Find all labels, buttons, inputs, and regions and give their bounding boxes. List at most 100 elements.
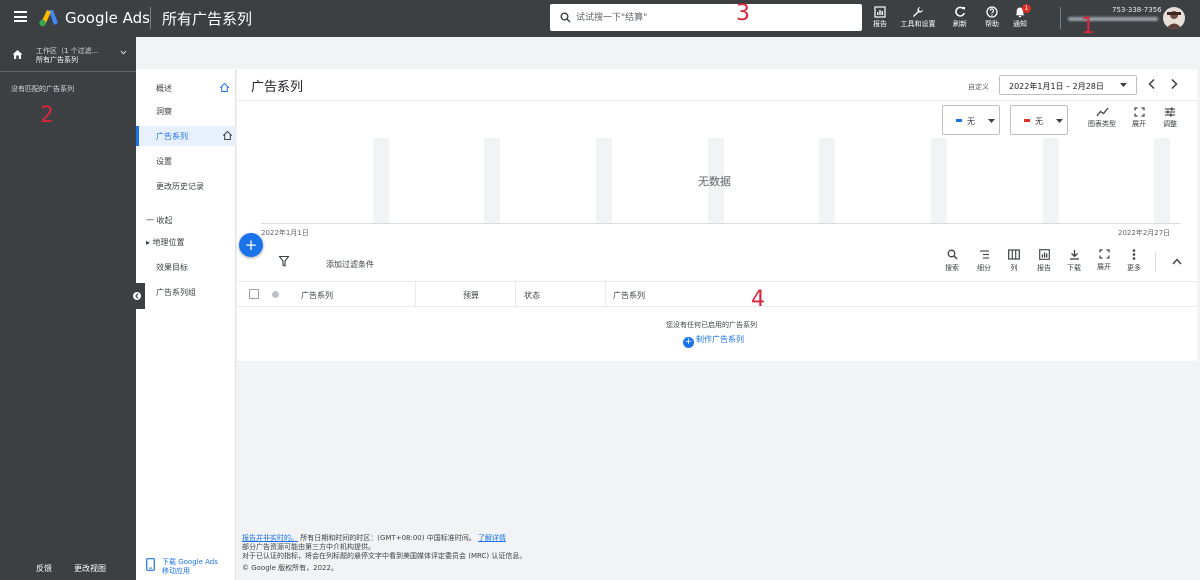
chevron-down-icon [120,50,127,55]
nav-item-change-history[interactable]: 更改历史记录 [136,176,236,196]
table-expand-button[interactable]: 展开 [1089,249,1119,272]
download-icon [1069,250,1079,260]
learn-more-link[interactable]: 了解详情 [478,534,506,542]
column-header-campaign-type[interactable]: 广告系列 [613,290,645,301]
chevron-up-icon[interactable] [1172,258,1182,265]
change-view-button[interactable]: 更改视图 [74,563,106,574]
chart-type-button[interactable]: 图表类型 [1083,107,1121,129]
nav-item-label: 洞察 [156,107,172,116]
caret-down-icon [1120,83,1127,87]
brand-name[interactable]: Google Ads [65,9,150,27]
collapse-panel-handle[interactable] [129,283,145,309]
chart-gridband [484,138,500,223]
reports-not-realtime-link[interactable]: 报告并非实时的。 [242,534,298,542]
add-fab-button[interactable]: + [239,233,263,257]
no-matching-campaigns: 没有匹配的广告系列 [11,85,74,93]
workspace-selector[interactable]: 工作区（1 个过滤... 所有广告系列 [0,37,136,72]
caret-down-icon [1056,119,1063,123]
notifications-button[interactable]: 1 通知 [1000,4,1040,36]
nav-item-label: 效果目标 [156,263,188,272]
axis-end-date: 2022年2月27日 [1118,229,1171,237]
nav-item-label: 广告系列 [156,132,188,141]
page-footer: 报告并非实时的。 所有日期和时间的时区：(GMT+08:00) 中国标准时间。 … [242,534,742,573]
axis-start-date: 2022年1月1日 [261,229,309,237]
metric-2-swatch [1024,119,1030,122]
metric-selector-2[interactable]: 无 [1010,105,1068,135]
menu-icon[interactable] [14,11,27,22]
tune-icon [1165,107,1175,117]
plus-circle-icon: + [683,337,694,348]
caret-down-icon [988,119,995,123]
table-header: 广告系列 预算 状态 广告系列 [237,281,1197,307]
annotation-1: 1 [1081,14,1095,39]
chart-expand-label: 展开 [1132,120,1146,128]
table-reports-label: 报告 [1037,264,1051,272]
nav-item-goals[interactable]: 效果目标 [136,257,236,277]
filter-icon[interactable] [279,256,289,267]
header-divider-right [1060,7,1061,29]
column-header-status[interactable]: 状态 [524,290,540,301]
nav-item-settings[interactable]: 设置 [136,151,236,171]
chart-gridband [1043,138,1059,223]
download-label: 下载 [1067,264,1081,272]
chart-gridband [819,138,835,223]
home-icon [223,131,232,140]
table-search-button[interactable]: 搜索 [937,249,967,273]
chart-gridband [373,138,389,223]
chevron-right-icon[interactable] [1169,78,1179,90]
nav-item-label: 更改历史记录 [156,182,204,191]
column-header-campaign[interactable]: 广告系列 [301,290,333,301]
table-search-label: 搜索 [945,264,959,272]
expand-icon [1133,107,1145,117]
column-header-budget[interactable]: 预算 [463,290,479,301]
more-label: 更多 [1127,264,1141,272]
reports-button[interactable]: 报告 [860,4,900,36]
download-app-link[interactable]: 下载 Google Ads 移动应用 [146,558,218,575]
nav-item-campaigns[interactable]: 广告系列 [136,126,236,146]
card-divider [237,100,1197,101]
search-input[interactable] [576,9,846,26]
select-all-checkbox[interactable] [249,289,259,299]
annotation-3: 3 [736,1,750,26]
nav-top-strip [136,37,236,69]
nav-item-insights[interactable]: 洞察 [136,101,236,121]
table-expand-label: 展开 [1097,263,1111,271]
date-range-selector[interactable]: 2022年1月1日 – 2月28日 [999,75,1137,95]
page-title: 所有广告系列 [162,10,253,28]
download-app-text: 下载 Google Ads 移动应用 [162,558,218,575]
feedback-button[interactable]: 反馈 [36,563,52,574]
segment-button[interactable]: 细分 [969,249,999,273]
chart-adjust-label: 调整 [1163,120,1177,128]
metric-selector-1[interactable]: 无 [942,105,1000,135]
status-dot-icon [272,291,279,298]
no-data-message: 无数据 [698,175,731,188]
table-reports-button[interactable]: 报告 [1029,249,1059,273]
columns-label: 列 [1010,264,1018,272]
account-id[interactable]: 753-338-7356 [1112,6,1162,14]
chart-gridband [1154,138,1170,223]
reports-icon [1038,249,1050,260]
nav-item-label: 广告系列组 [156,288,196,297]
third-party-note: 部分广告资源可能由第三方中介机构提供。 [242,543,375,551]
nav-item-locations[interactable]: ▸ 地理位置 [136,232,236,252]
chevron-left-icon[interactable] [1147,78,1157,90]
empty-table-message: 您没有任何已启用的广告系列 [666,321,757,329]
top-bar: Google Ads 所有广告系列 报告 工具和设置 刷新 帮助 1 通知 75… [0,0,1200,37]
download-button[interactable]: 下载 [1059,249,1089,273]
nav-collapse-toggle[interactable]: 一 收起 [146,215,173,226]
nav-item-campaign-groups[interactable]: 广告系列组 [136,282,236,302]
line-chart-icon [1095,107,1109,117]
tools-button[interactable]: 工具和设置 [898,4,938,36]
create-campaign-link[interactable]: + 制作广告系列 [683,334,744,348]
more-button[interactable]: 更多 [1119,249,1149,273]
add-filter-button[interactable]: 添加过滤条件 [326,259,374,270]
avatar[interactable] [1163,7,1185,29]
columns-button[interactable]: 列 [999,249,1029,273]
metric-1-swatch [956,119,962,122]
search-box[interactable] [550,4,862,31]
timezone-text: 所有日期和时间的时区：(GMT+08:00) 中国标准时间。 [300,534,476,542]
chart-adjust-button[interactable]: 调整 [1151,107,1189,129]
nav-item-overview[interactable]: 概述 [136,78,236,98]
page-menu: 概述 洞察 广告系列 设置 更改历史记录 一 收起 ▸ 地理位置 效果目标 广告… [136,37,236,580]
column-divider [605,282,606,306]
